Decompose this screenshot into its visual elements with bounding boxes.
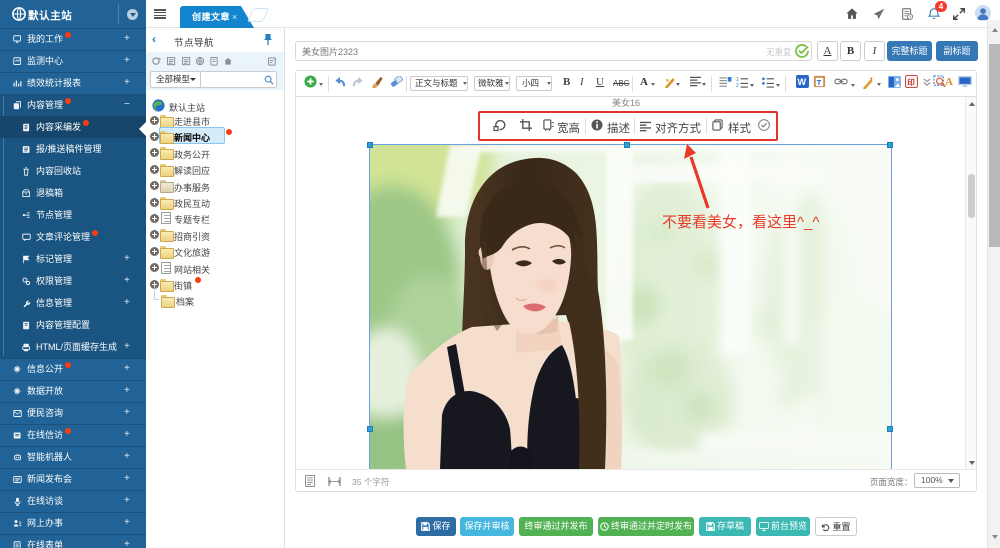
svg-text:印: 印 [907,77,914,87]
svg-text:W: W [797,77,806,87]
svg-text:T: T [817,78,822,87]
svg-text:2: 2 [736,83,739,88]
